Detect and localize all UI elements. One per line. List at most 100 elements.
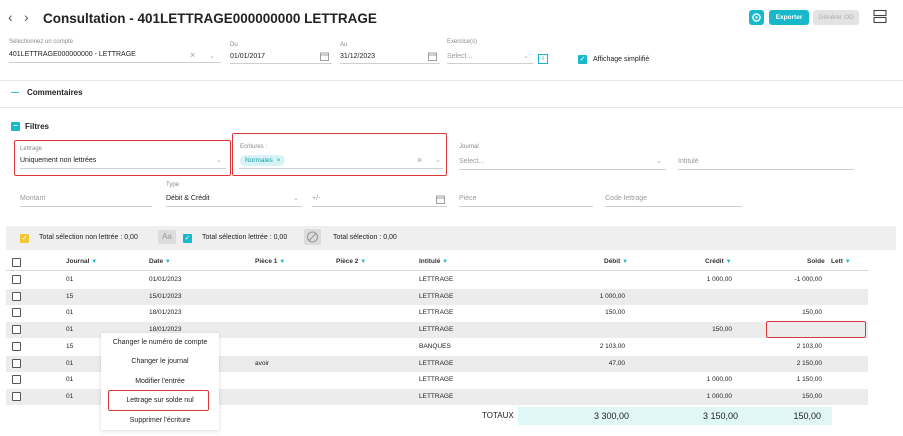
table-row[interactable]: 01 01/01/2023 LETTRAGE 1 000,00 -1 000,00 [6, 272, 868, 288]
clear-icon[interactable]: × [417, 155, 422, 165]
cell-debit: 2 103,00 [599, 342, 625, 350]
row-checkbox[interactable] [12, 275, 21, 284]
cell-intitule: LETTRAGE [419, 376, 454, 384]
info-button[interactable]: i [538, 54, 548, 64]
cell-intitule: LETTRAGE [419, 326, 454, 334]
column-header-piece2[interactable]: Pièce 2 ▼ [336, 258, 366, 265]
highlight-box [766, 321, 866, 338]
sort-icon: ▼ [91, 259, 98, 265]
from-date-input[interactable]: 01/01/2017 [230, 50, 332, 64]
forward-button[interactable]: › [24, 9, 29, 25]
filters-toggle[interactable]: − Filtres [11, 122, 49, 131]
column-header-lett[interactable]: Lett ▼ [831, 258, 851, 265]
table-row[interactable]: 01 18/01/2023 LETTRAGE 150,00 150,00 [6, 305, 868, 321]
back-button[interactable]: ‹ [8, 9, 13, 25]
row-checkbox[interactable] [12, 291, 21, 301]
exercise-select[interactable]: Select... ⌄ [447, 50, 533, 64]
comments-label: Commentaires [27, 88, 83, 97]
layout-toggle-button[interactable] [873, 9, 887, 24]
column-header-solde[interactable]: Solde [807, 258, 825, 265]
select-all-checkbox[interactable] [12, 258, 21, 267]
sort-icon: ▼ [622, 259, 629, 265]
to-date-value: 31/12/2023 [340, 53, 376, 60]
unlink-icon [306, 231, 319, 243]
column-header-intitule[interactable]: Intitulé ▼ [419, 258, 448, 265]
sort-icon: ▼ [844, 259, 851, 265]
account-label: Sélectionnez un compte [9, 39, 74, 45]
selection-bar [6, 226, 896, 250]
ecritures-chip[interactable]: Normales × [240, 155, 286, 166]
calendar-icon[interactable] [436, 195, 445, 204]
chip-label: Normales [245, 157, 273, 164]
row-checkbox[interactable] [12, 308, 21, 318]
settings-button[interactable] [749, 10, 764, 25]
row-checkbox[interactable] [12, 341, 21, 351]
cell-date: 01/01/2023 [149, 276, 182, 283]
lettrage-value: Uniquement non lettrées [20, 157, 97, 164]
row-checkbox[interactable] [12, 325, 21, 335]
type-select[interactable]: Débit & Crédit ⌄ [166, 192, 302, 207]
sort-icon: ▼ [279, 259, 286, 265]
column-header-credit[interactable]: Crédit ▼ [705, 258, 732, 265]
cell-intitule: LETTRAGE [419, 276, 454, 283]
menu-item-delete-entry[interactable]: Supprimer l'écriture [101, 417, 219, 424]
journal-select[interactable]: Select... ⌄ [459, 156, 666, 170]
cell-debit: 1 000,00 [599, 292, 625, 300]
simplified-display-toggle[interactable]: ✓ Affichage simplifié [578, 55, 649, 64]
ecritures-select[interactable]: Normales × × ⌄ [239, 153, 443, 169]
lettrage-label: Lettrage [20, 146, 43, 152]
menu-item-change-account[interactable]: Changer le numéro de compte [101, 339, 219, 346]
cell-intitule: LETTRAGE [419, 309, 454, 317]
cell-intitule: LETTRAGE [419, 292, 454, 300]
cell-journal: 15 [66, 342, 74, 350]
collapse-icon: − [11, 122, 20, 131]
select-lettree-checkbox[interactable]: ✓ [183, 233, 192, 243]
select-non-lettree-checkbox[interactable]: ✓ [20, 233, 29, 243]
lettrage-select[interactable]: Uniquement non lettrées ⌄ [20, 155, 226, 169]
table-row[interactable]: 15 15/01/2023 LETTRAGE 1 000,00 [6, 288, 868, 305]
ecritures-label: Ecritures : [240, 144, 268, 150]
column-header-date[interactable]: Date ▼ [149, 258, 171, 265]
account-select[interactable]: 401LETTRAGE000000000 - LETTRAGE × ⌄ [9, 48, 221, 63]
aa-button[interactable]: Aa [158, 230, 176, 244]
montant-input[interactable]: Montant [20, 192, 152, 207]
comments-toggle[interactable]: — Commentaires [11, 88, 83, 97]
cell-journal: 01 [66, 326, 74, 334]
column-header-journal[interactable]: Journal ▼ [66, 258, 97, 265]
total-lettree: Total sélection lettrée : 0,00 [202, 234, 288, 241]
piece-input[interactable]: Pièce [459, 192, 593, 207]
column-header-piece1[interactable]: Pièce 1 ▼ [255, 258, 285, 265]
divider [0, 107, 903, 108]
cell-debit: 150,00 [605, 309, 625, 317]
plusminus-input[interactable]: +/- [312, 192, 447, 207]
chip-remove-icon[interactable]: × [277, 157, 281, 164]
menu-item-edit-entry[interactable]: Modifier l'entrée [101, 378, 219, 385]
checkbox-checked-icon: ✓ [578, 55, 587, 64]
calendar-icon[interactable] [320, 52, 329, 61]
cell-intitule: BANQUES [419, 342, 451, 350]
menu-item-lettrage-solde-nul[interactable]: Lettrage sur solde nul [101, 397, 219, 404]
cell-journal: 15 [66, 292, 74, 300]
code-lettrage-placeholder: Code lettrage [605, 195, 648, 202]
row-checkbox[interactable] [12, 358, 21, 368]
info-icon: i [542, 55, 544, 62]
gear-icon [752, 13, 761, 22]
to-date-input[interactable]: 31/12/2023 [340, 50, 440, 64]
cell-journal: 01 [66, 359, 74, 367]
calendar-icon[interactable] [428, 52, 437, 61]
from-date-label: Du [230, 42, 238, 48]
simplified-display-label: Affichage simplifié [593, 56, 650, 63]
clear-account-icon[interactable]: × [190, 50, 195, 60]
row-checkbox[interactable] [12, 391, 21, 401]
row-checkbox[interactable] [12, 375, 21, 385]
total-debit: 3 300,00 [593, 411, 629, 421]
generate-od-button[interactable]: Générer OD [813, 10, 859, 25]
export-button[interactable]: Exporter [769, 10, 809, 25]
intitule-input[interactable]: Intitulé [678, 156, 854, 170]
unletter-button[interactable] [304, 229, 321, 245]
column-header-debit[interactable]: Débit ▼ [604, 258, 628, 265]
code-lettrage-input[interactable]: Code lettrage [605, 192, 742, 207]
plusminus-placeholder: +/- [312, 195, 321, 202]
sort-icon: ▼ [360, 259, 367, 265]
menu-item-change-journal[interactable]: Changer le journal [101, 358, 219, 365]
